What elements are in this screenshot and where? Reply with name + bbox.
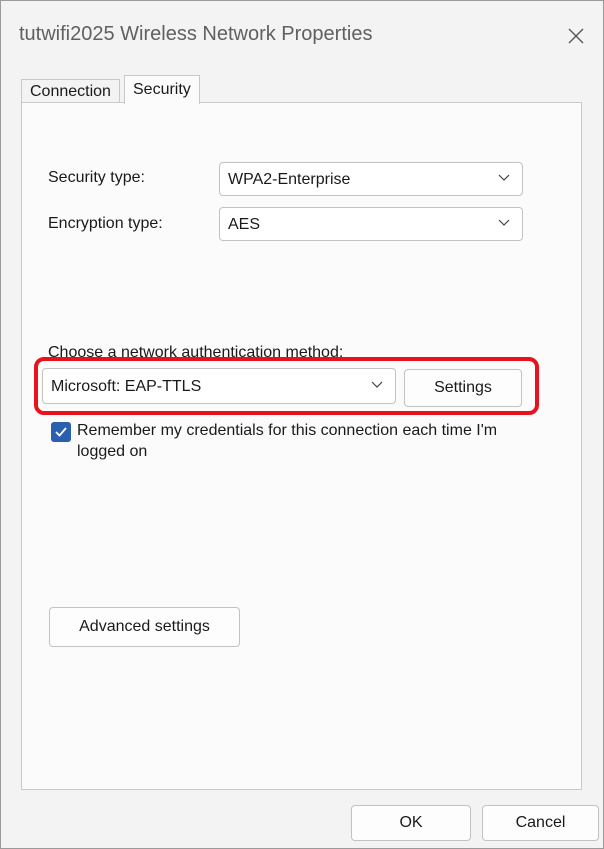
close-button[interactable] bbox=[559, 19, 593, 53]
encryption-type-select[interactable]: AES bbox=[219, 207, 523, 241]
advanced-settings-button[interactable]: Advanced settings bbox=[49, 607, 240, 647]
chevron-down-icon bbox=[498, 174, 510, 181]
chevron-down-icon bbox=[498, 219, 510, 226]
encryption-type-value: AES bbox=[228, 216, 261, 233]
encryption-type-label: Encryption type: bbox=[48, 215, 163, 232]
auth-method-value: Microsoft: EAP-TTLS bbox=[51, 378, 202, 395]
cancel-button[interactable]: Cancel bbox=[482, 805, 599, 841]
auth-method-select[interactable]: Microsoft: EAP-TTLS bbox=[42, 368, 396, 404]
checkmark-icon bbox=[55, 427, 67, 437]
security-type-label: Security type: bbox=[48, 169, 145, 186]
auth-method-heading: Choose a network authentication method: bbox=[48, 344, 344, 361]
remember-credentials-label: Remember my credentials for this connect… bbox=[77, 422, 498, 460]
remember-credentials-checkbox[interactable] bbox=[51, 422, 71, 442]
window-title: tutwifi2025 Wireless Network Properties bbox=[19, 23, 373, 45]
tab-security[interactable]: Security bbox=[124, 75, 200, 104]
properties-window: tutwifi2025 Wireless Network Properties … bbox=[0, 0, 604, 849]
security-type-select[interactable]: WPA2-Enterprise bbox=[219, 162, 523, 196]
settings-button[interactable]: Settings bbox=[404, 369, 522, 407]
tab-connection[interactable]: Connection bbox=[21, 79, 120, 103]
chevron-down-icon bbox=[371, 381, 383, 388]
ok-button[interactable]: OK bbox=[351, 805, 471, 841]
close-icon bbox=[568, 28, 584, 44]
security-type-value: WPA2-Enterprise bbox=[228, 171, 351, 188]
title-bar: tutwifi2025 Wireless Network Properties bbox=[1, 1, 603, 69]
button-bar: OK Cancel bbox=[1, 790, 603, 848]
